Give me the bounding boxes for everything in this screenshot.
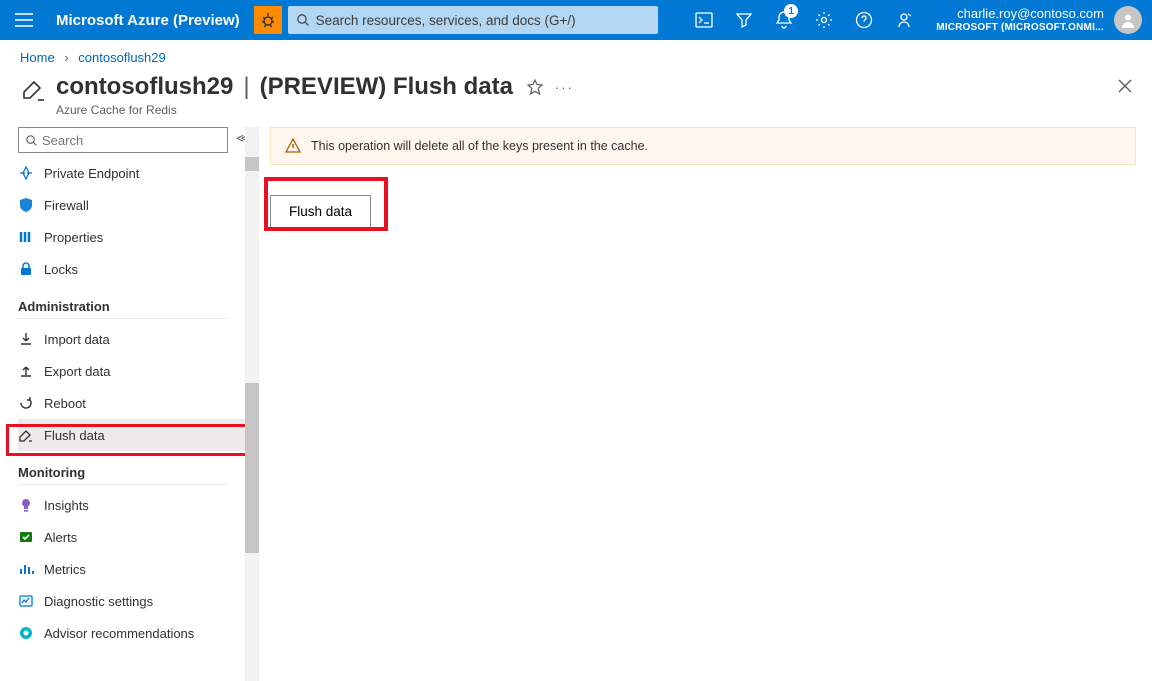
breadcrumb-home[interactable]: Home — [20, 50, 55, 65]
alerts-icon — [18, 529, 34, 545]
sidebar-item-firewall[interactable]: Firewall — [18, 189, 246, 221]
endpoint-icon — [18, 165, 34, 181]
feedback-icon[interactable] — [884, 0, 924, 40]
sidebar-item-label: Metrics — [44, 562, 86, 577]
bulb-icon — [18, 497, 34, 513]
close-icon[interactable] — [1118, 79, 1132, 93]
warning-bar: This operation will delete all of the ke… — [270, 127, 1136, 165]
sidebar-item-properties[interactable]: Properties — [18, 221, 246, 253]
sidebar-item-advisor[interactable]: Advisor recommendations — [18, 617, 246, 649]
user-directory: MICROSOFT (MICROSOFT.ONMI... — [936, 22, 1104, 34]
sidebar-item-label: Firewall — [44, 198, 89, 213]
reboot-icon — [18, 395, 34, 411]
sidebar-item-alerts[interactable]: Alerts — [18, 521, 246, 553]
metrics-icon — [18, 561, 34, 577]
sidebar: ≪ Private Endpoint Firewall Properties L… — [0, 127, 246, 681]
breadcrumb: Home › contosoflush29 — [0, 40, 1152, 71]
warning-text: This operation will delete all of the ke… — [311, 139, 648, 153]
brand-label: Microsoft Azure (Preview) — [48, 12, 254, 29]
download-icon — [18, 331, 34, 347]
upload-icon — [18, 363, 34, 379]
sidebar-item-label: Import data — [44, 332, 110, 347]
sidebar-item-locks[interactable]: Locks — [18, 253, 246, 285]
sidebar-item-label: Export data — [44, 364, 111, 379]
shield-icon — [18, 197, 34, 213]
user-block[interactable]: charlie.roy@contoso.com MICROSOFT (MICRO… — [924, 7, 1108, 33]
notifications-icon[interactable]: 1 — [764, 0, 804, 40]
sidebar-item-label: Reboot — [44, 396, 86, 411]
sidebar-group-administration: Administration — [18, 299, 228, 319]
flush-icon — [18, 427, 34, 443]
sidebar-search-input[interactable] — [42, 133, 221, 148]
settings-gear-icon[interactable] — [804, 0, 844, 40]
body: ≪ Private Endpoint Firewall Properties L… — [0, 127, 1152, 681]
top-icons: 1 — [684, 0, 924, 40]
global-search[interactable] — [288, 6, 658, 34]
sidebar-item-private-endpoint[interactable]: Private Endpoint — [18, 157, 246, 189]
page-title: (PREVIEW) Flush data — [260, 73, 513, 101]
directory-filter-icon[interactable] — [724, 0, 764, 40]
advisor-icon — [18, 625, 34, 641]
top-bar: Microsoft Azure (Preview) 1 charlie.r — [0, 0, 1152, 40]
help-icon[interactable] — [844, 0, 884, 40]
sidebar-item-label: Diagnostic settings — [44, 594, 153, 609]
global-search-input[interactable] — [316, 13, 650, 28]
lock-icon — [18, 261, 34, 277]
sidebar-item-label: Locks — [44, 262, 78, 277]
cloud-shell-icon[interactable] — [684, 0, 724, 40]
breadcrumb-resource[interactable]: contosoflush29 — [78, 50, 165, 65]
sidebar-item-label: Insights — [44, 498, 89, 513]
search-icon — [25, 134, 38, 147]
flush-resource-icon — [20, 77, 48, 105]
sidebar-item-label: Flush data — [44, 428, 105, 443]
warning-icon — [285, 138, 301, 154]
search-icon — [296, 13, 310, 27]
hamburger-menu-icon[interactable] — [0, 0, 48, 40]
sidebar-item-reboot[interactable]: Reboot — [18, 387, 246, 419]
more-ellipsis-icon[interactable]: ··· — [555, 80, 574, 95]
sidebar-item-flush-data[interactable]: Flush data — [18, 419, 246, 451]
sidebar-item-import-data[interactable]: Import data — [18, 323, 246, 355]
chevron-right-icon: › — [64, 50, 68, 65]
user-email: charlie.roy@contoso.com — [936, 7, 1104, 22]
resource-name: contosoflush29 — [56, 73, 233, 101]
pin-star-icon[interactable] — [527, 79, 543, 95]
properties-icon — [18, 229, 34, 245]
sidebar-search[interactable] — [18, 127, 228, 153]
sidebar-item-label: Advisor recommendations — [44, 626, 194, 641]
diagnostic-icon — [18, 593, 34, 609]
sidebar-item-export-data[interactable]: Export data — [18, 355, 246, 387]
sidebar-item-label: Private Endpoint — [44, 166, 139, 181]
sidebar-item-label: Properties — [44, 230, 103, 245]
title-separator: | — [243, 73, 249, 101]
sidebar-group-monitoring: Monitoring — [18, 465, 228, 485]
sidebar-item-diagnostic-settings[interactable]: Diagnostic settings — [18, 585, 246, 617]
content-pane: This operation will delete all of the ke… — [246, 127, 1152, 681]
avatar[interactable] — [1114, 6, 1142, 34]
resource-type-subtitle: Azure Cache for Redis — [56, 103, 513, 117]
sidebar-item-insights[interactable]: Insights — [18, 489, 246, 521]
preview-bug-icon[interactable] — [254, 6, 282, 34]
page-title-bar: contosoflush29 | (PREVIEW) Flush data Az… — [0, 71, 1152, 127]
flush-data-button[interactable]: Flush data — [270, 195, 371, 228]
notification-badge: 1 — [784, 4, 798, 18]
sidebar-item-label: Alerts — [44, 530, 77, 545]
sidebar-item-metrics[interactable]: Metrics — [18, 553, 246, 585]
